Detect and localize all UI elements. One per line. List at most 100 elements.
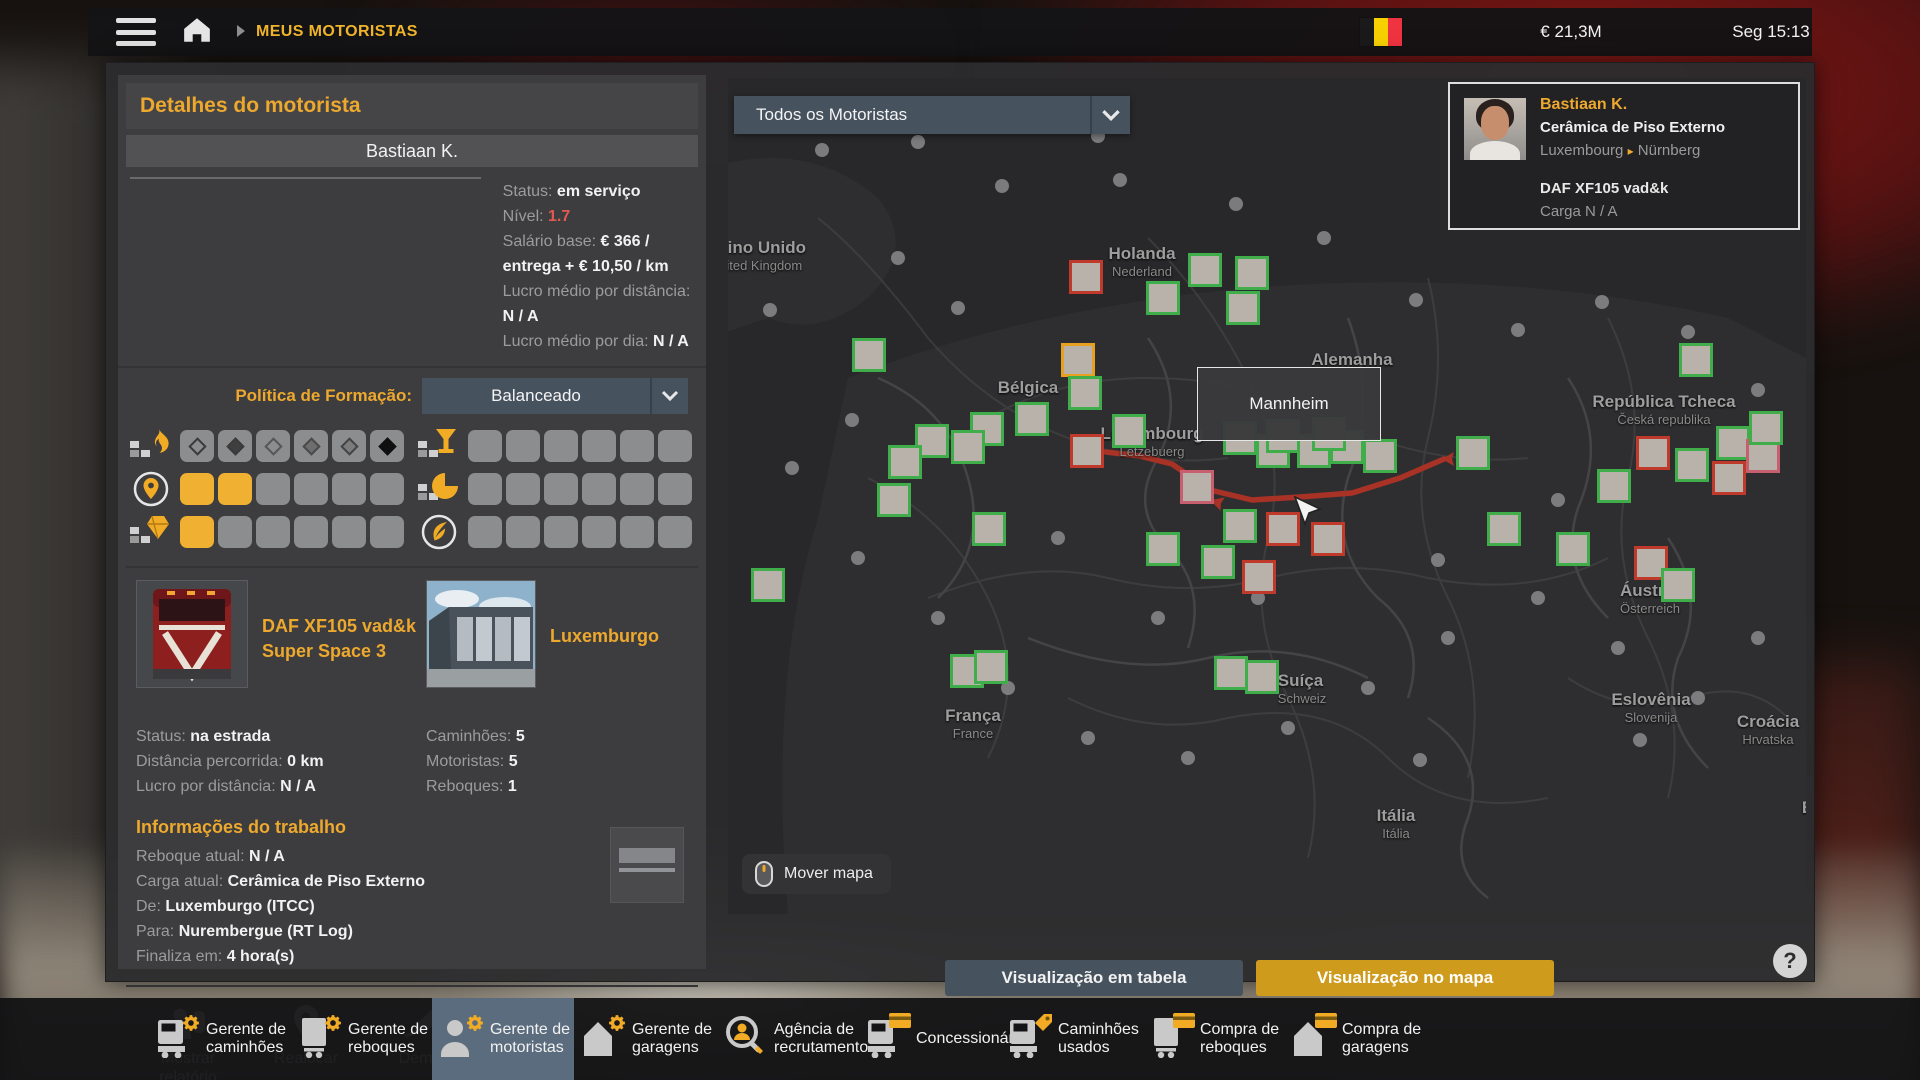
- driver-map-marker[interactable]: [1069, 260, 1103, 294]
- skill-slot: [370, 473, 404, 505]
- help-button[interactable]: ?: [1773, 944, 1807, 978]
- driver-map-marker[interactable]: [1712, 461, 1746, 495]
- nav-garage-gear[interactable]: Gerente de garagens: [574, 998, 716, 1080]
- driver-map-marker[interactable]: [1180, 470, 1214, 504]
- country-label: EslovêniaSlovenija: [1611, 690, 1690, 725]
- money-balance: € 21,3M: [1486, 22, 1656, 42]
- table-view-button[interactable]: Visualização em tabela: [945, 960, 1243, 996]
- stat-line: Lucro médio por dia: N / A: [503, 329, 698, 354]
- driver-map-marker[interactable]: [1068, 376, 1102, 410]
- skill-slot: [544, 516, 578, 548]
- nav-label: Gerente de caminhões: [206, 1021, 290, 1057]
- stat-line: Finaliza em: 4 hora(s): [136, 944, 698, 969]
- bottom-nav-bar: Gerente de caminhõesGerente de reboquesG…: [0, 998, 1920, 1080]
- chevron-down-icon[interactable]: [1090, 96, 1130, 134]
- country-label: CroáciaHrvatska: [1737, 712, 1799, 747]
- adr-badge: [294, 430, 328, 462]
- driver-map-marker[interactable]: [1188, 253, 1222, 287]
- driver-icon: [438, 1015, 482, 1063]
- garage-name: Luxemburgo: [550, 626, 659, 647]
- skill-slot: [582, 516, 616, 548]
- driver-map-marker[interactable]: [877, 483, 911, 517]
- breadcrumb-arrow-icon: [236, 24, 246, 41]
- driver-map-marker[interactable]: [1201, 545, 1235, 579]
- driver-map-marker[interactable]: [1245, 660, 1279, 694]
- truck-thumbnail[interactable]: [136, 580, 248, 688]
- europe-map[interactable]: Reino UnidoUnited KingdomHolandaNederlan…: [728, 78, 1806, 914]
- driver-map-marker[interactable]: [751, 568, 785, 602]
- driver-map-marker[interactable]: [1226, 291, 1260, 325]
- driver-photo-small: [1464, 98, 1526, 160]
- truck-name: DAF XF105 vad&k Super Space 3: [262, 614, 416, 664]
- driver-map-marker[interactable]: [1456, 436, 1490, 470]
- driver-map-marker[interactable]: [1146, 281, 1180, 315]
- driver-map-marker[interactable]: [972, 512, 1006, 546]
- garage-thumbnail[interactable]: [426, 580, 536, 688]
- training-policy-value: Balanceado: [422, 386, 650, 406]
- stat-line: Reboques: 1: [426, 774, 525, 799]
- driver-map-marker[interactable]: [1556, 532, 1590, 566]
- nav-truck-card[interactable]: Concessionárias: [858, 998, 1000, 1080]
- nav-garage-card[interactable]: Compra de garagens: [1284, 998, 1426, 1080]
- skill-slot: [544, 473, 578, 505]
- driver-name-bar: Bastiaan K.: [126, 135, 698, 167]
- driver-map-marker[interactable]: [1015, 402, 1049, 436]
- breadcrumb[interactable]: MEUS MOTORISTAS: [256, 23, 418, 41]
- driver-map-marker[interactable]: [974, 650, 1008, 684]
- country-label: Bélgica: [998, 378, 1058, 398]
- truck-stats: Status: na estradaDistância percorrida: …: [136, 724, 426, 799]
- nav-recruit[interactable]: Agência de recrutamento: [716, 998, 858, 1080]
- gear-icon: [465, 1013, 485, 1038]
- stat-line: Lucro por distância: N / A: [136, 774, 426, 799]
- driver-map-marker[interactable]: [1749, 411, 1783, 445]
- driver-map-marker[interactable]: [852, 338, 886, 372]
- driver-map-marker[interactable]: [1716, 426, 1750, 460]
- driver-map-marker[interactable]: [888, 445, 922, 479]
- driver-map-marker[interactable]: [1661, 568, 1695, 602]
- driver-map-marker[interactable]: [1223, 509, 1257, 543]
- driver-map-marker[interactable]: [951, 430, 985, 464]
- driver-map-marker[interactable]: [1679, 343, 1713, 377]
- skill-slot: [506, 430, 540, 462]
- chevron-down-icon[interactable]: [650, 378, 688, 414]
- adr-flame-icon: [130, 427, 172, 465]
- driver-map-marker[interactable]: [1146, 532, 1180, 566]
- adr-badge: [218, 430, 252, 462]
- garage-stats: Caminhões: 5Motoristas: 5Reboques: 1: [426, 724, 525, 799]
- driver-map-marker[interactable]: [1597, 469, 1631, 503]
- nav-driver-gear[interactable]: Gerente de motoristas: [432, 998, 574, 1080]
- driver-map-marker[interactable]: [1636, 436, 1670, 470]
- truck-icon: [1006, 1015, 1050, 1063]
- skill-slot: [370, 516, 404, 548]
- home-icon[interactable]: [182, 16, 212, 49]
- driver-map-marker[interactable]: [1112, 414, 1146, 448]
- skill-slot: [180, 473, 214, 505]
- gear-icon: [607, 1013, 627, 1038]
- training-policy-dropdown[interactable]: Balanceado: [422, 378, 688, 414]
- nav-truck-tag[interactable]: Caminhões usados: [1000, 998, 1142, 1080]
- nav-truck-gear[interactable]: Gerente de caminhões: [148, 998, 290, 1080]
- stat-line: Distância percorrida: 0 km: [136, 749, 426, 774]
- driver-map-marker[interactable]: [1675, 448, 1709, 482]
- driver-map-marker[interactable]: [1487, 512, 1521, 546]
- driver-map-marker[interactable]: [1061, 343, 1095, 377]
- trailer-icon: [1148, 1015, 1192, 1063]
- skill-row-fragile-glass: [418, 428, 692, 464]
- driver-map-marker[interactable]: [1363, 439, 1397, 473]
- driver-map-marker[interactable]: [1242, 560, 1276, 594]
- nav-trailer-card[interactable]: Compra de reboques: [1142, 998, 1284, 1080]
- skill-row-long-distance-pin: [130, 471, 404, 507]
- menu-icon[interactable]: [116, 18, 156, 46]
- nav-trailer-gear[interactable]: Gerente de reboques: [290, 998, 432, 1080]
- nav-label: Concessionárias: [916, 1030, 1008, 1048]
- driver-map-marker[interactable]: [1214, 656, 1248, 690]
- top-bar: MEUS MOTORISTAS € 21,3M Seg 15:13: [88, 8, 1812, 56]
- country-label: ItáliaItália: [1377, 806, 1416, 841]
- driver-filter-dropdown[interactable]: Todos os Motoristas: [734, 96, 1130, 134]
- driver-map-marker[interactable]: [1070, 434, 1104, 468]
- map-view-button[interactable]: Visualização no mapa: [1256, 960, 1554, 996]
- skill-row-adr-flame: [130, 428, 404, 464]
- skill-slot: [658, 516, 692, 548]
- driver-map-marker[interactable]: [1235, 256, 1269, 290]
- stat-line: Para: Nurembergue (RT Log): [136, 919, 698, 944]
